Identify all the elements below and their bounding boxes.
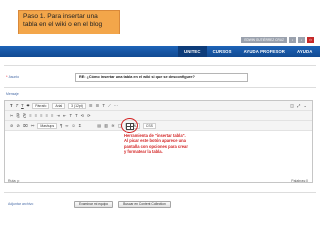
logout-icon[interactable]: ⏻	[307, 37, 314, 43]
message-row: Mensaje	[6, 92, 19, 96]
table-col-icon[interactable]: ▥	[104, 121, 108, 131]
format-italic-button[interactable]: T	[16, 101, 19, 111]
annotation-note: Herramienta de "insertar tabla". Al pica…	[124, 133, 204, 154]
fullscreen-icon[interactable]: ⤢	[297, 101, 300, 111]
table-row-icon[interactable]: ▤	[97, 121, 101, 131]
browse-content-collection-button[interactable]: Buscar en Content Collection	[118, 201, 171, 208]
tab-ayuda-profesor[interactable]: AYUDA PROFESOR	[238, 46, 291, 57]
collapse-icon[interactable]: ⌄	[303, 101, 307, 111]
math-icon[interactable]: Σ	[79, 121, 82, 131]
caption-line-1: Paso 1. Para insertar una	[23, 13, 98, 20]
user-name[interactable]: EDWIN GUTIÉRREZ CRUZ	[241, 37, 287, 43]
unlink-icon[interactable]: ⊘	[17, 121, 21, 131]
subject-label: Asunto	[8, 74, 20, 79]
divider	[4, 65, 316, 66]
paragraph-style-select[interactable]: Párrafo	[32, 102, 50, 109]
attach-file-label: Adjuntar archivo	[8, 202, 34, 206]
message-label: Mensaje	[6, 92, 19, 96]
toolbar-row-3: ⊘ ⊘ ⌧ ⚯ Mashups ¶ ∞ ☺ Σ ▤ ▥ ≋ ▢ HTML CSS	[5, 121, 312, 131]
tab-ayuda[interactable]: AYUDA	[291, 46, 318, 57]
toolbar-row-2: ✂ ⎘ ⎗ ≡ ≡ ≡ ≡ ≡ ⇥ ⇤ T T ⟲ ⟳	[5, 111, 312, 121]
paragraph-mark-icon[interactable]: ¶	[60, 121, 62, 131]
link-icon[interactable]: ⊘	[10, 121, 14, 131]
undo-icon[interactable]: ⟲	[81, 111, 85, 121]
subject-input[interactable]: RE: ¿Cómo insertar una tabla en el wiki …	[75, 73, 248, 82]
divider	[4, 192, 316, 193]
toolbar-right: ◫ ⤢ ⌄	[290, 101, 307, 111]
subject-row: * Asunto	[6, 74, 19, 79]
spellcheck-icon[interactable]: ◫	[290, 101, 294, 111]
user-bar: EDWIN GUTIÉRREZ CRUZ ▪ ▪ ⏻	[241, 36, 314, 44]
media-icon[interactable]: ⚯	[31, 121, 35, 131]
help-icon[interactable]: ▪	[298, 37, 305, 43]
format-strike-button[interactable]: T	[27, 101, 30, 111]
align-left-icon[interactable]: ≡	[29, 111, 31, 121]
word-count: Palabras:0	[291, 179, 308, 183]
outdent-icon[interactable]: ⇤	[63, 111, 67, 121]
format-bold-button[interactable]: T	[10, 101, 13, 111]
browse-computer-button[interactable]: Examinar mi equipo	[74, 201, 114, 208]
font-size-select[interactable]: 3 (12pt)	[68, 102, 86, 109]
more-icon[interactable]: ⋯	[114, 101, 118, 111]
format-underline-button[interactable]: T	[21, 101, 24, 111]
list-icon[interactable]: ≡	[51, 111, 53, 121]
copy-icon[interactable]: ⎘	[17, 111, 20, 121]
cut-icon[interactable]: ✂	[10, 111, 14, 121]
number-list-icon[interactable]: ☰	[96, 101, 100, 111]
annotation-circle	[121, 118, 138, 133]
subscript-icon[interactable]: T	[75, 111, 78, 121]
lms-screenshot: EDWIN GUTIÉRREZ CRUZ ▪ ▪ ⏻ UNITEC CURSOS…	[0, 34, 320, 240]
emoticon-icon[interactable]: ☺	[71, 121, 75, 131]
attach-buttons: Examinar mi equipo Buscar en Content Col…	[74, 201, 171, 208]
align-center-icon[interactable]: ≡	[35, 111, 37, 121]
text-color-icon[interactable]: T	[102, 101, 105, 111]
special-char-icon[interactable]: ∞	[65, 121, 68, 131]
table-props-icon[interactable]: ≋	[111, 121, 115, 131]
mashups-select[interactable]: Mashups	[37, 122, 58, 129]
divider	[4, 87, 316, 88]
tab-cursos[interactable]: CURSOS	[207, 46, 238, 57]
required-marker: *	[6, 74, 8, 79]
font-family-select[interactable]: Arial	[52, 102, 66, 109]
caption-line-2: tabla en el wiki o en el blog	[23, 21, 103, 28]
bullet-list-icon[interactable]: ☰	[89, 101, 93, 111]
css-button[interactable]: CSS	[142, 122, 156, 129]
paste-icon[interactable]: ⎗	[23, 111, 26, 121]
toolbar-row-1: T T T T Párrafo Arial 3 (12pt) ☰ ☰ T ⟋ ⋯…	[5, 101, 312, 111]
align-justify-icon[interactable]: ≡	[46, 111, 48, 121]
redo-icon[interactable]: ⟳	[87, 111, 91, 121]
top-navigation: UNITEC CURSOS AYUDA PROFESOR AYUDA	[0, 46, 320, 57]
nav-tabs: UNITEC CURSOS AYUDA PROFESOR AYUDA	[178, 46, 318, 57]
highlight-icon[interactable]: ⟋	[108, 101, 111, 111]
home-icon[interactable]: ▪	[289, 37, 296, 43]
slide: Paso 1. Para insertar una tabla en el wi…	[0, 0, 320, 240]
tab-unitec[interactable]: UNITEC	[178, 46, 207, 57]
indent-icon[interactable]: ⇥	[57, 111, 61, 121]
image-icon[interactable]: ⌧	[23, 121, 28, 131]
note-line-4: y formatear la tabla.	[124, 148, 163, 154]
superscript-icon[interactable]: T	[70, 111, 73, 121]
editor-path: Ruta: p	[8, 179, 20, 183]
align-right-icon[interactable]: ≡	[40, 111, 42, 121]
